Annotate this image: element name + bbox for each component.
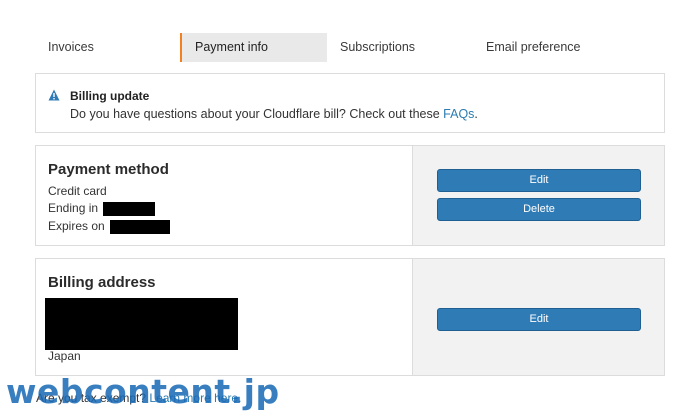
notice-title: Billing update (70, 89, 150, 103)
notice-period: . (474, 107, 478, 121)
tab-subscriptions[interactable]: Subscriptions (340, 33, 415, 62)
payment-method-card: Payment method Credit card Ending in Exp… (35, 145, 665, 246)
billing-tabs: Invoices Payment info Subscriptions Emai… (36, 33, 665, 62)
payment-method-actions: Edit Delete (412, 146, 664, 245)
card-ending-row: Ending in (48, 201, 156, 216)
edit-billing-address-button[interactable]: Edit (437, 308, 641, 331)
notice-body: Do you have questions about your Cloudfl… (70, 107, 478, 121)
billing-address-title: Billing address (48, 274, 156, 291)
expires-label: Expires on (48, 219, 105, 233)
watermark-logo: webcontent.jp (6, 372, 280, 411)
redacted-expiry-date (110, 219, 171, 234)
redacted-card-number (103, 201, 156, 216)
redacted-address (45, 298, 238, 350)
notice-text: Do you have questions about your Cloudfl… (70, 107, 444, 121)
billing-address-card: Billing address Japan Edit (35, 258, 665, 376)
billing-address-actions: Edit (412, 259, 664, 375)
faqs-link[interactable]: FAQs (443, 107, 474, 121)
tab-invoices[interactable]: Invoices (48, 33, 94, 62)
card-expiry-row: Expires on (48, 219, 171, 234)
tab-payment-info[interactable]: Payment info (180, 33, 327, 62)
ending-label: Ending in (48, 201, 99, 215)
tab-email-preference[interactable]: Email preference (486, 33, 581, 62)
billing-update-notice: Billing update Do you have questions abo… (35, 73, 665, 133)
payment-method-title: Payment method (48, 161, 169, 178)
edit-payment-method-button[interactable]: Edit (437, 169, 641, 192)
billing-country: Japan (48, 349, 81, 363)
delete-payment-method-button[interactable]: Delete (437, 198, 641, 221)
warning-icon (48, 89, 60, 101)
card-type: Credit card (48, 184, 107, 198)
